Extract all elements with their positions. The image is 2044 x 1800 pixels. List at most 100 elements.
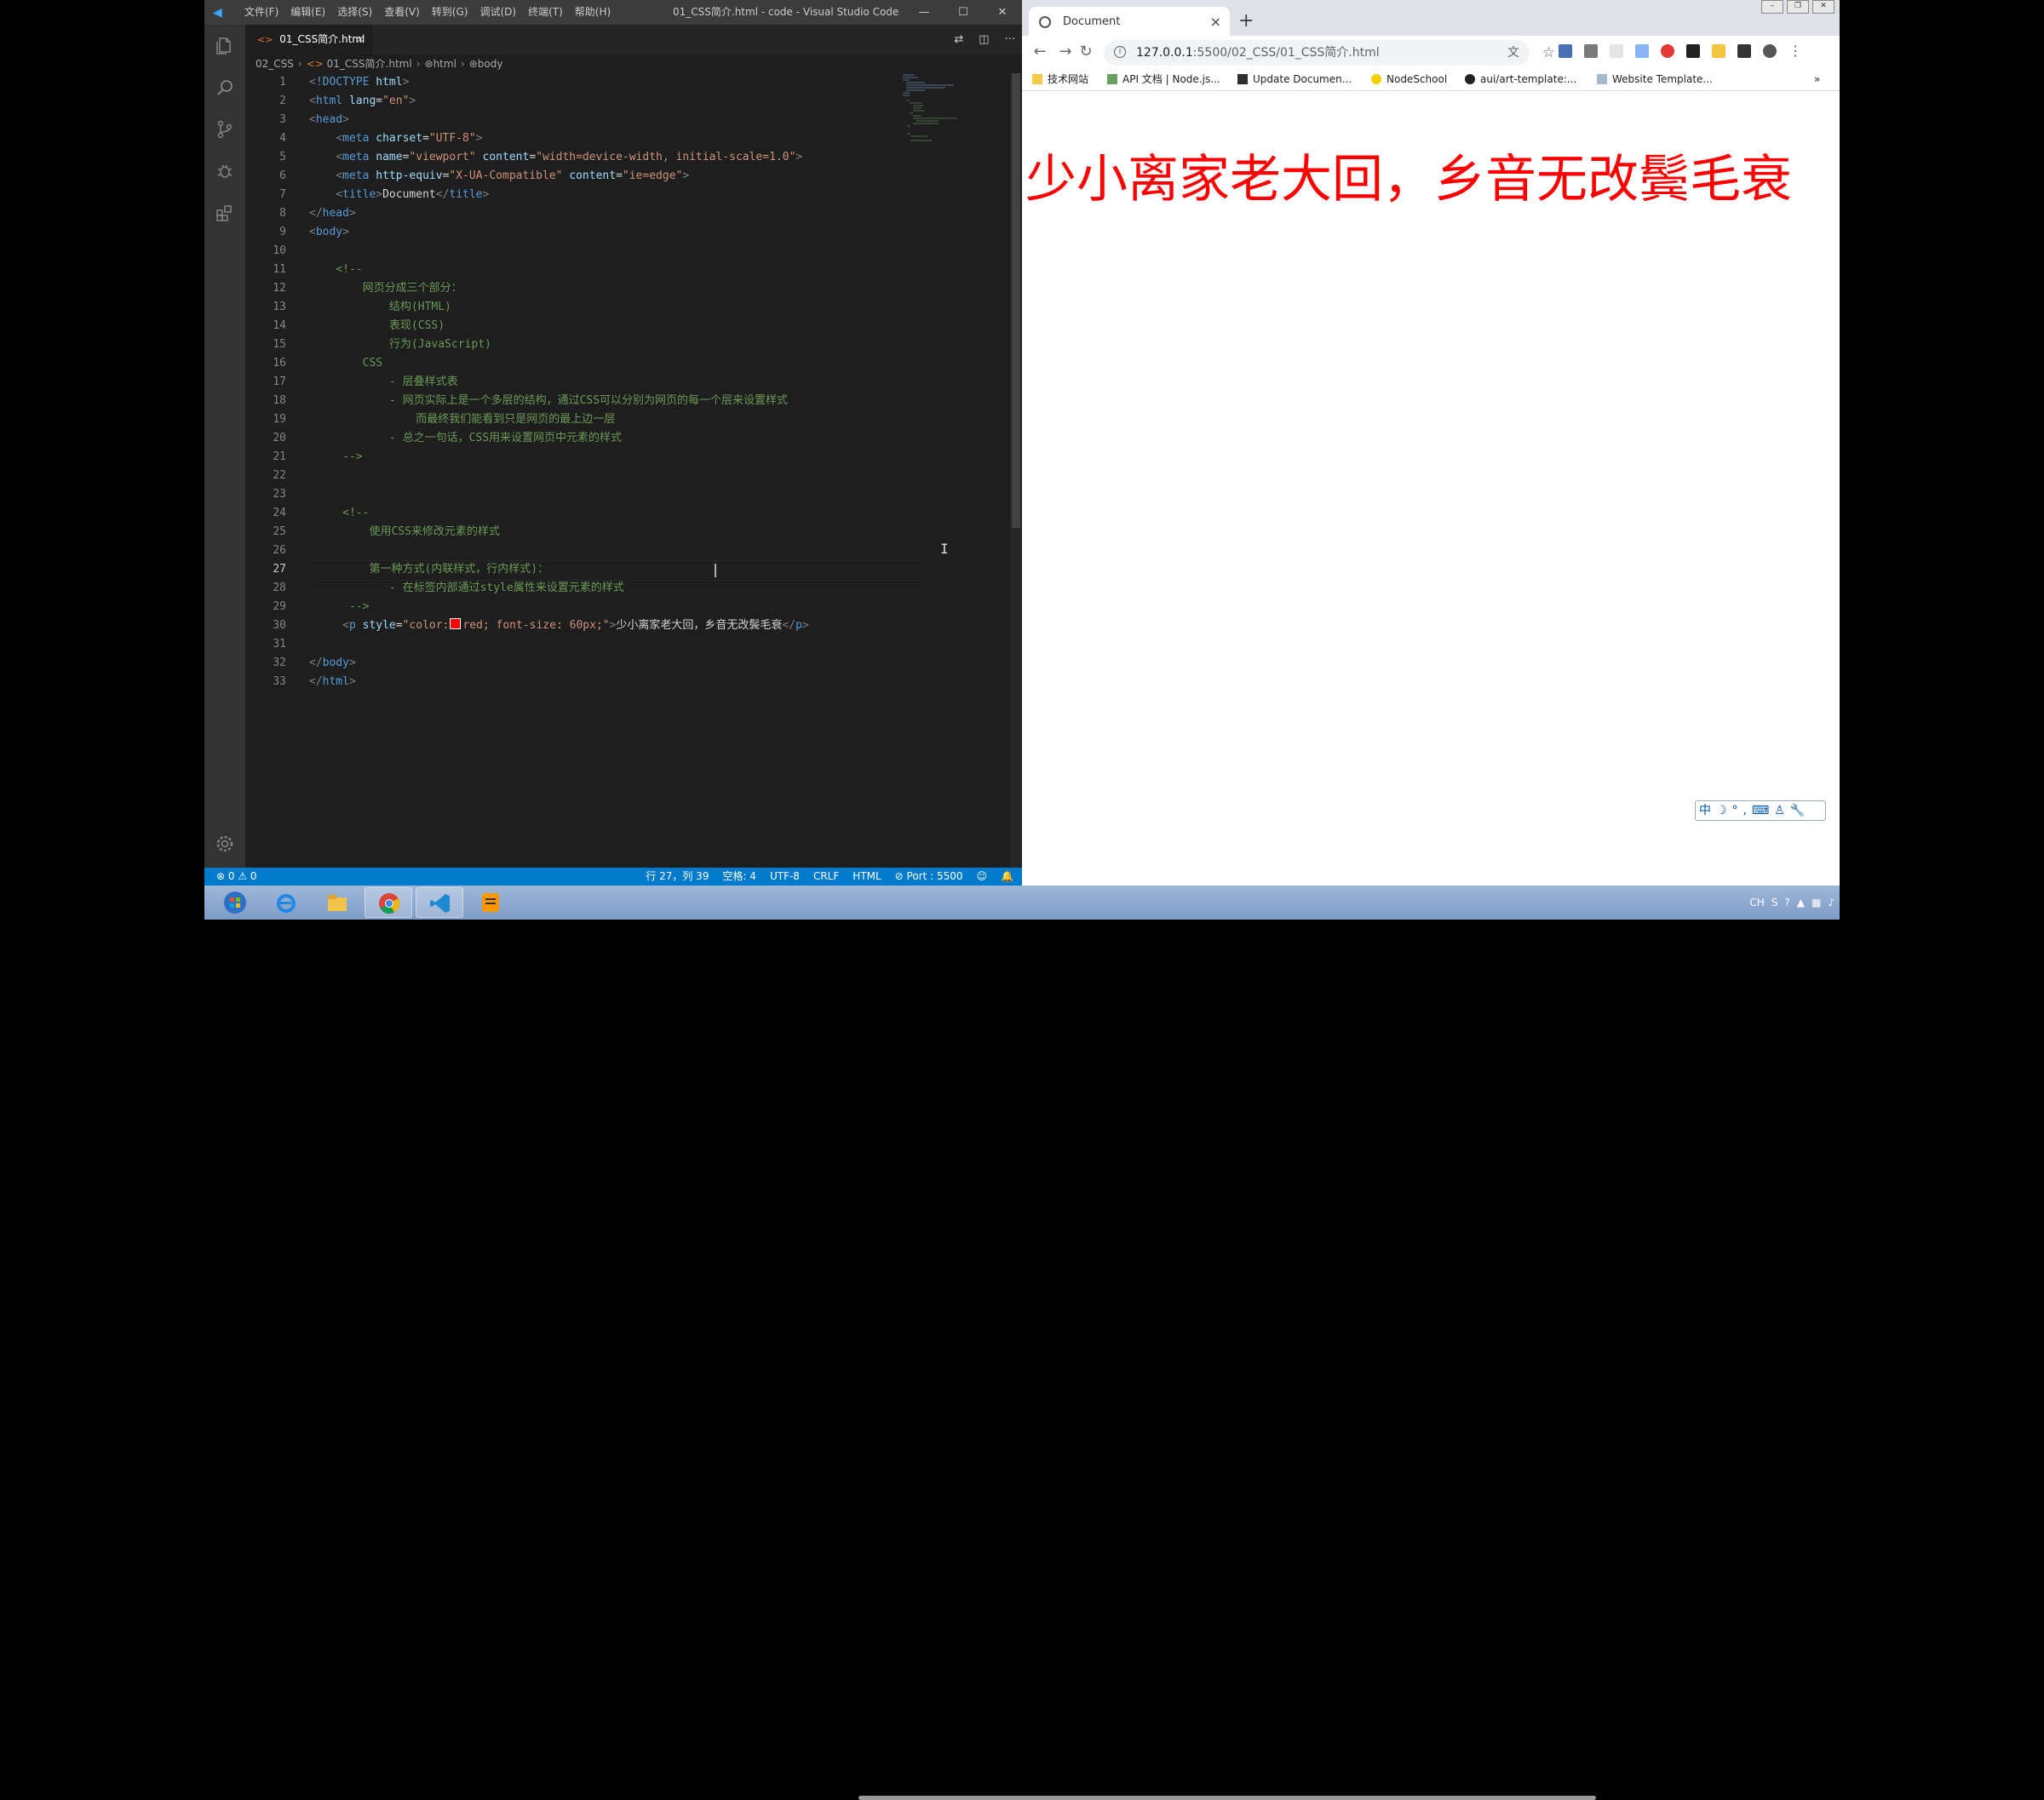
taskbar-sublime[interactable] xyxy=(467,887,514,918)
bookmark-update-docs[interactable]: Update Documen... xyxy=(1237,68,1352,90)
language-indicator[interactable]: CH xyxy=(1749,886,1764,920)
bookmark-tech-sites[interactable]: 技术网站 xyxy=(1032,68,1088,90)
taskbar-vscode[interactable] xyxy=(416,887,463,918)
taskbar-chrome[interactable] xyxy=(365,887,412,918)
ime-s-icon[interactable]: S xyxy=(1771,886,1778,920)
breadcrumb-html[interactable]: html xyxy=(433,58,456,70)
menu-goto[interactable]: 转到(G) xyxy=(426,0,474,25)
extension-pencil-icon[interactable] xyxy=(1712,44,1725,58)
code-line-21: --> xyxy=(309,450,363,463)
maximize-icon[interactable]: ☐ xyxy=(944,0,983,25)
start-button[interactable] xyxy=(211,887,259,918)
extension-doc-icon[interactable] xyxy=(1635,44,1649,58)
menu-debug[interactable]: 调试(D) xyxy=(474,0,522,25)
extension-square-icon[interactable] xyxy=(1686,44,1700,58)
tab-close-icon[interactable]: × xyxy=(1210,7,1221,37)
open-changes-icon[interactable]: ⇄ xyxy=(954,25,963,54)
settings-gear-icon[interactable] xyxy=(215,834,235,854)
search-icon[interactable] xyxy=(215,77,235,98)
extension-vue-icon[interactable] xyxy=(1584,44,1598,58)
breadcrumb-folder[interactable]: 02_CSS xyxy=(256,58,294,70)
address-bar[interactable]: i 127.0.0.1:5500/02_CSS/01_CSS简介.html 文 … xyxy=(1104,40,1555,66)
vscode-icon xyxy=(430,894,450,913)
source-control-icon[interactable] xyxy=(215,119,235,140)
close-icon[interactable]: ✕ xyxy=(983,0,1022,25)
line-number: 16 xyxy=(273,357,286,370)
bookmarks-overflow-icon[interactable]: » xyxy=(1814,68,1820,90)
code-line-6: <meta http-equiv="X-UA-Compatible" conte… xyxy=(336,169,690,182)
bookmark-node-api[interactable]: API 文档 | Node.js... xyxy=(1107,68,1220,90)
bookmark-star-icon[interactable]: ☆ xyxy=(1542,40,1555,66)
translate-icon[interactable]: 文 xyxy=(1507,40,1519,66)
editor-scrollbar[interactable] xyxy=(1010,73,1022,868)
breadcrumb-body[interactable]: body xyxy=(478,58,503,70)
extension-hash-icon[interactable] xyxy=(1737,44,1751,58)
mouse-ibeam-icon: I xyxy=(940,541,949,557)
menu-help[interactable]: 帮助(H) xyxy=(569,0,617,25)
window-title: 01_CSS简介.html - code - Visual Studio Cod… xyxy=(673,6,899,18)
code-line-14: 表现(CSS) xyxy=(388,319,445,332)
html-file-icon: <> xyxy=(306,58,324,70)
help-icon[interactable]: ? xyxy=(1784,886,1789,920)
volume-icon[interactable]: ♪ xyxy=(1828,886,1834,920)
bookmark-nodeschool[interactable]: NodeSchool xyxy=(1371,68,1447,90)
line-ending[interactable]: CRLF xyxy=(813,868,839,886)
forward-arrow-icon[interactable]: → xyxy=(1056,43,1075,61)
site-info-icon[interactable]: i xyxy=(1114,46,1126,58)
split-editor-icon[interactable]: ◫ xyxy=(979,25,989,54)
menu-terminal[interactable]: 终端(T) xyxy=(522,0,569,25)
reload-icon[interactable]: ↻ xyxy=(1077,43,1095,61)
vscode-window: ◀ 文件(F) 编辑(E) 选择(S) 查看(V) 转到(G) 调试(D) 终端… xyxy=(204,0,1022,886)
minimize-icon[interactable]: – xyxy=(1761,0,1783,14)
more-actions-icon[interactable]: ··· xyxy=(1005,25,1015,54)
line-number: 13 xyxy=(273,301,286,313)
live-server-port[interactable]: ⊘ Port : 5500 xyxy=(895,868,963,886)
problems-indicator[interactable]: ⊗ 0 ⚠ 0 xyxy=(216,868,257,886)
tray-arrow-icon[interactable]: ▲ xyxy=(1797,886,1805,920)
network-icon[interactable]: ▦ xyxy=(1811,886,1821,920)
line-number: 19 xyxy=(273,413,286,426)
encoding[interactable]: UTF-8 xyxy=(770,868,800,886)
chrome-window: Document × + – ❐ ✕ ← → i 127.0.0.1:5500/… xyxy=(1022,0,1840,886)
extension-blank-icon[interactable] xyxy=(1610,44,1623,58)
language-mode[interactable]: HTML xyxy=(853,868,881,886)
back-arrow-icon[interactable]: ← xyxy=(1031,43,1049,61)
cursor-position[interactable]: 行 27，列 39 xyxy=(646,868,709,886)
folder-icon xyxy=(1032,74,1042,84)
indentation[interactable]: 空格: 4 xyxy=(722,868,756,886)
restore-icon[interactable]: ❐ xyxy=(1787,0,1809,14)
line-number: 1 xyxy=(279,76,286,89)
extension-fe-icon[interactable] xyxy=(1559,44,1572,58)
extensions-icon[interactable] xyxy=(215,203,235,223)
debug-icon[interactable] xyxy=(215,161,235,181)
ime-toolbar[interactable]: 中☽°,⌨♙🔧 xyxy=(1695,800,1826,821)
menu-selection[interactable]: 选择(S) xyxy=(331,0,378,25)
editor-tabs: <> 01_CSS简介.html × ⇄ ◫ ··· xyxy=(245,25,1022,54)
menu-kebab-icon[interactable]: ⋮ xyxy=(1788,44,1802,58)
minimap[interactable] xyxy=(903,73,971,141)
feedback-smiley-icon[interactable]: ☺ xyxy=(977,868,988,886)
notifications-bell-icon[interactable]: 🔔 xyxy=(1001,868,1013,886)
close-icon[interactable]: ✕ xyxy=(1812,0,1834,14)
tab-close-icon[interactable]: × xyxy=(356,25,365,54)
menu-view[interactable]: 查看(V) xyxy=(378,0,426,25)
breadcrumb-file[interactable]: 01_CSS简介.html xyxy=(327,58,412,70)
taskbar-ie[interactable] xyxy=(262,887,310,918)
new-tab-plus-icon[interactable]: + xyxy=(1238,9,1254,34)
profile-avatar[interactable] xyxy=(1763,44,1777,58)
menu-edit[interactable]: 编辑(E) xyxy=(284,0,331,25)
code-line-20: - 总之一句话，CSS用来设置网页中元素的样式 xyxy=(388,432,623,444)
bookmark-website-template[interactable]: Website Template... xyxy=(1597,68,1713,90)
tab-01-css-intro[interactable]: <> 01_CSS简介.html × xyxy=(245,25,373,54)
scrollbar-thumb[interactable] xyxy=(1012,73,1020,528)
minimize-icon[interactable]: — xyxy=(904,0,944,25)
status-bar: ⊗ 0 ⚠ 0 行 27，列 39 空格: 4 UTF-8 CRLF HTML … xyxy=(204,868,1022,886)
taskbar-explorer[interactable] xyxy=(313,887,361,918)
vscode-titlebar: ◀ 文件(F) 编辑(E) 选择(S) 查看(V) 转到(G) 调试(D) 终端… xyxy=(204,0,1022,25)
menu-file[interactable]: 文件(F) xyxy=(238,0,284,25)
color-swatch[interactable] xyxy=(450,618,462,629)
explorer-icon[interactable] xyxy=(215,36,235,56)
bookmark-art-template[interactable]: aui/art-template:... xyxy=(1465,68,1576,90)
code-editor[interactable]: 1 2 3 4 5 6 7 8 9 10 11 12 13 14 15 16 17 18 19 20 21 22 23 24 2… xyxy=(245,73,1022,868)
extension-red-icon[interactable] xyxy=(1661,44,1674,58)
